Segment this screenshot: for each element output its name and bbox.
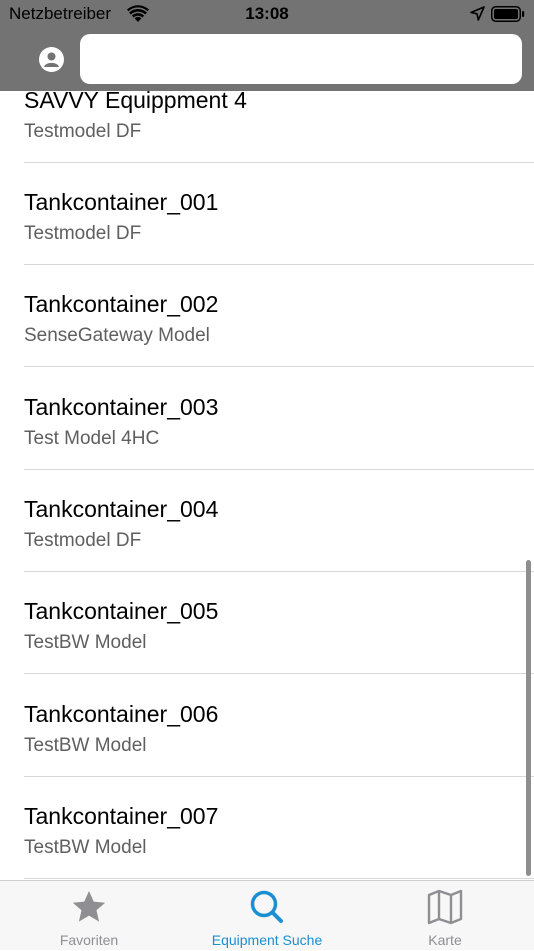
item-title: Tankcontainer_001 xyxy=(24,189,219,215)
item-title: Tankcontainer_004 xyxy=(24,496,219,522)
item-title: SAVVY Equippment 4 xyxy=(24,87,247,113)
item-subtitle: Testmodel DF xyxy=(24,121,142,142)
list-item[interactable]: Tankcontainer_005 TestBW Model xyxy=(24,572,534,674)
status-bar: Netzbetreiber 13:08 xyxy=(0,0,534,30)
tab-favoriten[interactable]: Favoriten xyxy=(0,881,178,951)
account-icon[interactable] xyxy=(39,47,64,72)
list-item[interactable]: Tankcontainer_007 TestBW Model xyxy=(24,777,534,879)
item-title: Tankcontainer_006 xyxy=(24,701,219,727)
item-subtitle: TestBW Model xyxy=(24,837,147,858)
clock: 13:08 xyxy=(245,4,289,23)
tab-bar: Favoriten Equipment Suche Karte xyxy=(0,880,534,950)
list-item[interactable]: Tankcontainer_006 TestBW Model xyxy=(24,675,534,777)
search-input[interactable] xyxy=(80,34,522,84)
item-subtitle: Testmodel DF xyxy=(24,530,142,551)
item-title: Tankcontainer_005 xyxy=(24,598,219,624)
list-item[interactable]: Tankcontainer_001 Testmodel DF xyxy=(24,163,534,265)
list-item[interactable]: Tankcontainer_003 Test Model 4HC xyxy=(24,368,534,470)
list-item[interactable]: Tankcontainer_002 SenseGateway Model xyxy=(24,265,534,367)
item-subtitle: Test Model 4HC xyxy=(24,428,160,449)
item-subtitle: TestBW Model xyxy=(24,632,147,653)
item-subtitle: TestBW Model xyxy=(24,735,147,756)
tab-equipment-suche[interactable]: Equipment Suche xyxy=(178,881,356,951)
battery-icon xyxy=(491,6,525,22)
header: Netzbetreiber 13:08 xyxy=(0,0,534,91)
item-title: Tankcontainer_002 xyxy=(24,291,219,317)
item-title: Tankcontainer_003 xyxy=(24,394,219,420)
item-subtitle: SenseGateway Model xyxy=(24,325,210,346)
tab-label: Equipment Suche xyxy=(211,932,323,948)
equipment-list[interactable]: SAVVY Equippment 4 Testmodel DF Tankcont… xyxy=(0,0,534,880)
tab-label: Karte xyxy=(428,932,462,948)
scrollbar[interactable] xyxy=(526,560,531,876)
tab-karte[interactable]: Karte xyxy=(356,881,534,951)
item-subtitle: Testmodel DF xyxy=(24,223,142,244)
tab-label: Favoriten xyxy=(59,932,119,948)
list-item[interactable]: Tankcontainer_004 Testmodel DF xyxy=(24,470,534,572)
location-arrow-icon xyxy=(470,6,485,21)
item-title: Tankcontainer_007 xyxy=(24,803,219,829)
